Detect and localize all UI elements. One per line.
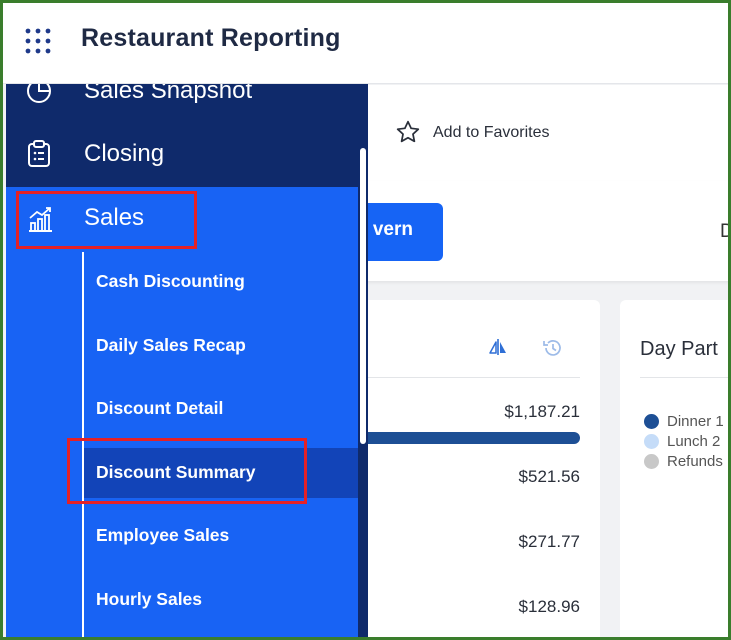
- sidebar-scrollbar-thumb[interactable]: [360, 148, 366, 444]
- chart-up-icon: [29, 207, 52, 232]
- star-icon[interactable]: [395, 119, 421, 145]
- amount-bar: [343, 432, 580, 444]
- screenshot-frame: Restaurant Reporting Add to Favorites ve…: [0, 0, 731, 640]
- legend-dot: [644, 414, 659, 429]
- sidebar-item-closing[interactable]: Closing: [6, 122, 368, 186]
- sidebar-item-label: Sales Snapshot: [84, 84, 253, 104]
- legend-item-dinner: Dinner 1: [644, 413, 724, 430]
- submenu-item-label: Cash Discounting: [96, 271, 245, 291]
- top-bar: Restaurant Reporting: [3, 3, 728, 84]
- sales-section: Sales Cash Discounting Daily Sales Recap…: [6, 187, 358, 637]
- submenu-item-label: Employee Sales: [96, 525, 230, 545]
- history-icon[interactable]: [541, 338, 563, 358]
- filter-label[interactable]: D: [720, 221, 728, 243]
- legend-item-lunch: Lunch 2: [644, 433, 720, 450]
- amount-value: $521.56: [518, 467, 580, 486]
- sidebar-item-sales[interactable]: Sales: [6, 187, 368, 251]
- submenu-item-discount-detail[interactable]: Discount Detail: [84, 384, 358, 434]
- legend-item-refunds: Refunds: [644, 453, 723, 470]
- location-button-label: vern: [372, 219, 413, 240]
- submenu-item-cash-discounting[interactable]: Cash Discounting: [84, 257, 358, 307]
- amount-value: $128.96: [518, 597, 580, 616]
- add-to-favorites-link[interactable]: Add to Favorites: [433, 124, 550, 142]
- legend-dot: [644, 434, 659, 449]
- submenu-item-label: Hourly Sales: [96, 589, 203, 609]
- sidebar-item-sales-snapshot[interactable]: Sales Snapshot: [6, 84, 368, 124]
- filter-row: vern D: [345, 181, 728, 281]
- submenu-item-hourly-sales[interactable]: Hourly Sales: [84, 575, 358, 625]
- day-part-card: Day Part Dinner 1 Lunch 2 Refunds: [620, 300, 728, 637]
- summary-card: $1,187.21 $521.56 $271.77 $128.96: [343, 300, 600, 637]
- legend-label: Lunch: [667, 433, 708, 450]
- amount-value: $271.77: [518, 532, 580, 551]
- card-divider: [343, 377, 580, 378]
- amount-value: $1,187.21: [504, 402, 580, 421]
- card-divider: [640, 377, 728, 378]
- pie-chart-icon: [27, 84, 51, 103]
- compare-icon[interactable]: [488, 338, 508, 356]
- app-title: Restaurant Reporting: [81, 24, 341, 52]
- legend-label: Refunds: [667, 453, 723, 470]
- legend-value: 2: [712, 433, 721, 450]
- submenu-item-employee-sales[interactable]: Employee Sales: [84, 511, 358, 561]
- clipboard-icon: [28, 140, 50, 167]
- submenu-item-daily-sales-recap[interactable]: Daily Sales Recap: [84, 321, 358, 371]
- submenu-item-discount-summary[interactable]: Discount Summary: [84, 448, 358, 498]
- legend-label: Dinner: [667, 413, 712, 430]
- sidebar: Sales Snapshot Closing Sales Cash Discou…: [6, 84, 368, 637]
- app-grid-icon[interactable]: [25, 28, 51, 54]
- favorites-row: Add to Favorites: [365, 85, 728, 181]
- day-part-title: Day Part: [640, 338, 718, 360]
- legend-value: 1: [715, 413, 724, 430]
- sidebar-item-label: Closing: [84, 140, 165, 167]
- submenu-item-label: Discount Detail: [96, 398, 224, 418]
- legend-dot: [644, 454, 659, 469]
- sidebar-item-label: Sales: [84, 204, 145, 231]
- submenu-item-label: Daily Sales Recap: [96, 335, 246, 355]
- submenu-item-label: Discount Summary: [96, 462, 256, 482]
